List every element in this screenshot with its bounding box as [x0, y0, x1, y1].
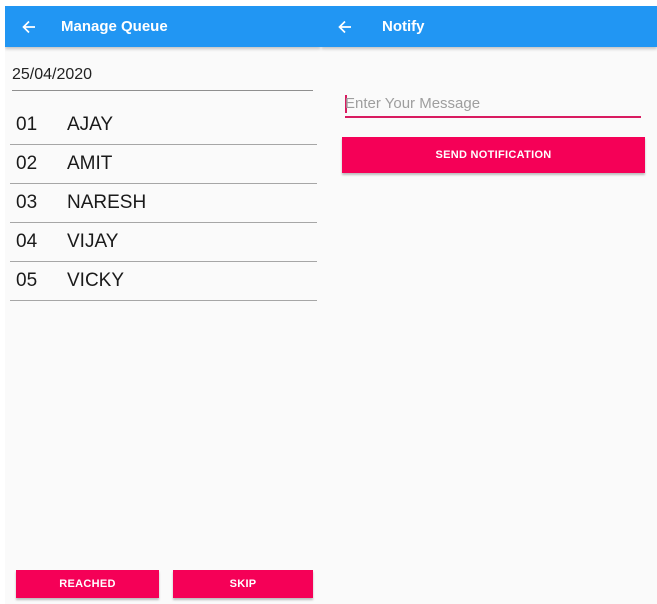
queue-row[interactable]: 02 AMIT — [10, 145, 317, 184]
reached-button[interactable]: REACHED — [16, 570, 159, 598]
arrow-left-icon — [338, 20, 351, 33]
queue-row[interactable]: 05 VICKY — [10, 262, 317, 301]
queue-name: AJAY — [67, 114, 114, 135]
queue-row[interactable]: 01 AJAY — [10, 106, 317, 145]
queue-name: NARESH — [67, 192, 147, 213]
queue-number: 03 — [16, 192, 38, 213]
notify-screen: Notify SEND NOTIFICATION — [321, 6, 657, 604]
queue-number: 04 — [16, 231, 38, 252]
send-notification-button[interactable]: SEND NOTIFICATION — [342, 137, 645, 173]
queue-number: 02 — [16, 153, 38, 174]
date-label: 25/04/2020 — [12, 64, 313, 91]
message-field[interactable] — [345, 92, 641, 118]
page-title: Notify — [382, 18, 425, 35]
back-button[interactable] — [14, 6, 44, 47]
message-input[interactable] — [345, 92, 641, 114]
manage-queue-appbar: Manage Queue — [5, 6, 321, 47]
queue-row[interactable]: 04 VIJAY — [10, 223, 317, 262]
arrow-left-icon — [22, 20, 35, 33]
skip-button[interactable]: SKIP — [173, 570, 313, 598]
queue-number: 01 — [16, 114, 38, 135]
queue-name: AMIT — [67, 153, 113, 174]
queue-name: VICKY — [67, 270, 125, 291]
notify-appbar: Notify — [321, 6, 657, 47]
queue-row[interactable]: 03 NARESH — [10, 184, 317, 223]
back-button[interactable] — [330, 6, 360, 47]
manage-queue-screen: Manage Queue 25/04/2020 01 AJAY 02 AMIT … — [5, 6, 321, 604]
queue-list: 01 AJAY 02 AMIT 03 NARESH 04 VIJAY 05 VI… — [10, 106, 317, 301]
queue-number: 05 — [16, 270, 38, 291]
queue-name: VIJAY — [67, 231, 119, 252]
page-title: Manage Queue — [61, 18, 168, 35]
